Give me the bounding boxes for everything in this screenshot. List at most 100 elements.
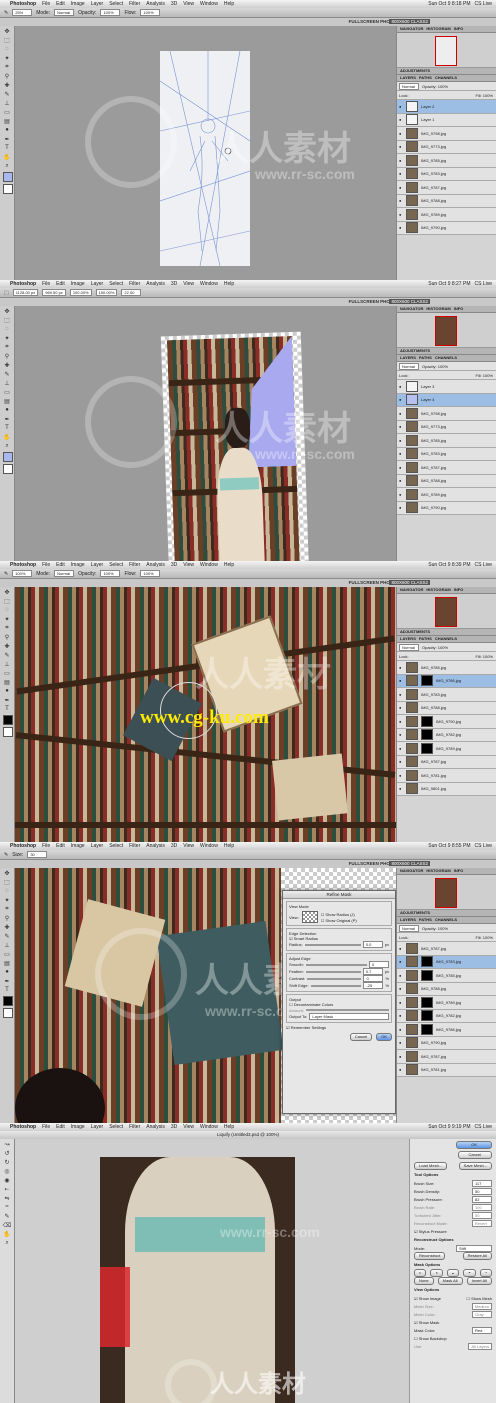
- navigator-tabs[interactable]: NAVIGATOR HISTOGRAM INFO: [397, 306, 496, 313]
- menu-view[interactable]: View: [183, 843, 194, 849]
- brush-rate-field[interactable]: 100: [472, 1203, 492, 1211]
- cs-live[interactable]: CS Live: [474, 843, 492, 849]
- flow-field[interactable]: 100%: [140, 570, 161, 577]
- background-color[interactable]: [3, 727, 13, 737]
- layer-row[interactable]: ● IMG_9783.jpg: [397, 167, 496, 181]
- crop-tool-icon[interactable]: ⌗: [2, 905, 12, 913]
- pen-tool-icon[interactable]: ✒: [2, 977, 12, 985]
- show-mesh-checkbox[interactable]: ☐ Show Mesh: [466, 1296, 492, 1301]
- heal-tool-icon[interactable]: ✚: [2, 923, 12, 931]
- cs-live[interactable]: CS Live: [474, 1, 492, 7]
- layer-row[interactable]: ● IMG_9783.jpg: [397, 688, 496, 702]
- layers-blend-row[interactable]: Normal Opacity: 100%: [397, 643, 496, 652]
- navigator-panel[interactable]: [397, 594, 496, 629]
- output-to-select[interactable]: Layer Mask: [309, 1013, 389, 1020]
- brush-size-field[interactable]: 117: [472, 1179, 492, 1187]
- mesh-color-select[interactable]: Gray: [472, 1310, 492, 1318]
- restore-all-button[interactable]: Restore All: [462, 1252, 492, 1260]
- menu-analysis[interactable]: Analysis: [146, 1, 165, 7]
- mask-subtract-icon[interactable]: ◒: [446, 1269, 460, 1277]
- flow-field[interactable]: 100%: [140, 9, 161, 16]
- cs-live[interactable]: CS Live: [474, 1124, 492, 1130]
- shift-edge-field[interactable]: -25: [363, 982, 384, 989]
- layers-tabs[interactable]: LAYERS PATHS CHANNELS: [397, 917, 496, 924]
- menu-view[interactable]: View: [183, 281, 194, 287]
- document-transparent[interactable]: [160, 331, 310, 561]
- zoom-field[interactable]: 25%: [12, 9, 33, 16]
- heal-tool-icon[interactable]: ✚: [2, 642, 12, 650]
- menu-help[interactable]: Help: [224, 562, 234, 568]
- document-sketch[interactable]: [159, 50, 251, 267]
- menu-help[interactable]: Help: [224, 1, 234, 7]
- menu-layer[interactable]: Layer: [91, 562, 104, 568]
- opacity-field[interactable]: 100%: [100, 9, 121, 16]
- move-tool-icon[interactable]: ✥: [2, 869, 12, 877]
- show-backdrop-checkbox[interactable]: ☐ Show Backdrop: [410, 1334, 496, 1342]
- menu-layer[interactable]: Layer: [91, 281, 104, 287]
- brush-density-field[interactable]: 50: [472, 1187, 492, 1195]
- layer-row[interactable]: ● IMG_9786.jpg: [397, 674, 496, 688]
- eyedropper-tool-icon[interactable]: ⚲: [2, 72, 12, 80]
- layer-row[interactable]: ● IMG_9798.jpg: [397, 407, 496, 421]
- menu-window[interactable]: Window: [200, 1124, 218, 1130]
- dodge-tool-icon[interactable]: ●: [2, 406, 12, 414]
- layers-blend-row[interactable]: Normal Opacity: 100%: [397, 82, 496, 91]
- layer-row[interactable]: ● IMG_9790.jpg: [397, 221, 496, 235]
- dodge-tool-icon[interactable]: ●: [2, 687, 12, 695]
- layer-row[interactable]: ● Layer 1: [397, 113, 496, 127]
- canvas-area[interactable]: 人人素材 www.rr-sc.com: [15, 26, 396, 280]
- menu-filter[interactable]: Filter: [129, 1, 140, 7]
- lasso-tool-icon[interactable]: ◌: [2, 45, 12, 53]
- layer-row[interactable]: ● Layer 4: [397, 393, 496, 407]
- layer-row[interactable]: ● IMG_9773.jpg: [397, 140, 496, 154]
- layer-row[interactable]: ● IMG_9788.jpg: [397, 474, 496, 488]
- wand-tool-icon[interactable]: ✦: [2, 615, 12, 623]
- layer-row[interactable]: ● IMG_9787.jpg: [397, 1050, 496, 1064]
- turbulence-icon[interactable]: ≈: [2, 1203, 12, 1211]
- marquee-tool-icon[interactable]: ⬚: [2, 316, 12, 324]
- layer-row[interactable]: ● IMG_9801.jpg: [397, 782, 496, 796]
- document-name[interactable]: 800X600 CLASS2: [389, 580, 430, 585]
- layer-row[interactable]: ● IMG_9781.jpg: [397, 769, 496, 783]
- menu-select[interactable]: Select: [109, 562, 123, 568]
- shift-edge-slider[interactable]: [310, 984, 362, 987]
- layers-tabs[interactable]: LAYERS PATHS CHANNELS: [397, 636, 496, 643]
- cancel-button[interactable]: Cancel: [349, 1033, 373, 1041]
- menu-analysis[interactable]: Analysis: [146, 562, 165, 568]
- transform-icon[interactable]: ⬚: [4, 290, 9, 296]
- layer-row[interactable]: ● IMG_9782.jpg: [397, 728, 496, 742]
- document-name[interactable]: 800X600 CLASS2: [389, 19, 430, 24]
- view-mode-thumbnail[interactable]: [301, 911, 318, 923]
- gradient-tool-icon[interactable]: ▤: [2, 397, 12, 405]
- layer-row[interactable]: ● IMG_9773.jpg: [397, 420, 496, 434]
- foreground-color[interactable]: [3, 452, 13, 462]
- remember-settings-checkbox[interactable]: ☑ Remember Settings: [286, 1025, 392, 1030]
- menu-analysis[interactable]: Analysis: [146, 843, 165, 849]
- type-tool-icon[interactable]: T: [2, 424, 12, 432]
- layer-row[interactable]: ● IMG_9787.jpg: [397, 181, 496, 195]
- turbulent-jitter-field[interactable]: 50: [472, 1211, 492, 1219]
- menu-file[interactable]: File: [42, 562, 50, 568]
- type-tool-icon[interactable]: T: [2, 144, 12, 152]
- wand-tool-icon[interactable]: ✦: [2, 896, 12, 904]
- menu-3d[interactable]: 3D: [171, 562, 177, 568]
- menu-file[interactable]: File: [42, 1124, 50, 1130]
- show-original-checkbox[interactable]: ☐ Show Original (P): [321, 918, 357, 923]
- adjustments-tab[interactable]: ADJUSTMENTS: [397, 910, 496, 917]
- navigator-thumbnail[interactable]: [435, 878, 457, 908]
- layer-row[interactable]: ● Layer 3: [397, 380, 496, 394]
- menu-window[interactable]: Window: [200, 281, 218, 287]
- background-color[interactable]: [3, 1008, 13, 1018]
- menu-3d[interactable]: 3D: [171, 1124, 177, 1130]
- menu-image[interactable]: Image: [71, 843, 85, 849]
- zoom-field[interactable]: 100%: [12, 570, 33, 577]
- foreground-color[interactable]: [3, 172, 13, 182]
- layer-row[interactable]: ● IMG_9783.jpg: [397, 955, 496, 969]
- layer-row[interactable]: ● IMG_9790.jpg: [397, 501, 496, 515]
- push-left-icon[interactable]: ⇠: [2, 1185, 12, 1193]
- reconstruct-mode-select[interactable]: Revert: [472, 1219, 492, 1227]
- menu-filter[interactable]: Filter: [129, 843, 140, 849]
- app-name[interactable]: Photoshop: [10, 843, 36, 849]
- adjustments-tab[interactable]: ADJUSTMENTS: [397, 629, 496, 636]
- menu-filter[interactable]: Filter: [129, 1124, 140, 1130]
